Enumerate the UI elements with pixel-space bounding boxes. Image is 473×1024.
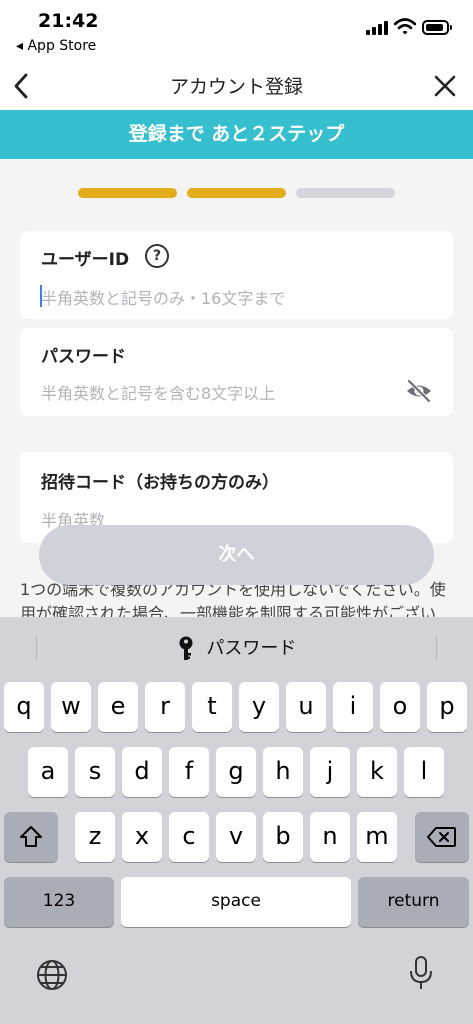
microphone-icon[interactable] (408, 955, 434, 991)
navigation-bar: アカウント登録 (0, 62, 473, 110)
key-h[interactable]: h (263, 747, 303, 797)
backspace-icon (427, 827, 456, 847)
status-time: 21:42 (38, 10, 99, 32)
password-autofill-suggestion[interactable]: パスワード (0, 634, 473, 662)
progress-step-2 (187, 188, 286, 198)
numbers-key[interactable]: 123 (4, 877, 114, 927)
key-g[interactable]: g (216, 747, 256, 797)
key-v[interactable]: v (216, 812, 256, 862)
delete-key[interactable] (415, 812, 469, 862)
key-n[interactable]: n (310, 812, 350, 862)
shift-key[interactable] (4, 812, 58, 862)
user-id-input[interactable]: 半角英数と記号のみ・16文字まで (41, 285, 285, 309)
progress-step-3 (296, 188, 395, 198)
key-d[interactable]: d (122, 747, 162, 797)
shift-icon (20, 826, 42, 847)
key-t[interactable]: t (192, 682, 232, 732)
password-label: パスワード (41, 347, 126, 367)
progress-step-1 (78, 188, 177, 198)
keyboard-bottom-bar (0, 947, 473, 1007)
user-id-field-card: ユーザーID ? 半角英数と記号のみ・16文字まで (20, 231, 453, 319)
invite-code-label: 招待コード（お持ちの方のみ） (41, 473, 279, 493)
status-bar: 21:42 ◂ App Store (0, 0, 473, 62)
eye-off-icon[interactable] (405, 378, 433, 404)
key-f[interactable]: f (169, 747, 209, 797)
globe-icon[interactable] (35, 958, 69, 992)
key-m[interactable]: m (357, 812, 397, 862)
close-icon[interactable] (427, 68, 463, 104)
key-b[interactable]: b (263, 812, 303, 862)
wifi-icon (394, 18, 416, 35)
next-button[interactable]: 次へ (39, 525, 434, 585)
back-to-app-store-link[interactable]: ◂ App Store (16, 38, 96, 54)
space-key[interactable]: space (121, 877, 351, 927)
battery-icon (422, 20, 452, 35)
key-w[interactable]: w (51, 682, 91, 732)
key-s[interactable]: s (75, 747, 115, 797)
return-key[interactable]: return (358, 877, 469, 927)
user-id-label: ユーザーID (41, 250, 130, 270)
key-j[interactable]: j (310, 747, 350, 797)
key-u[interactable]: u (286, 682, 326, 732)
cellular-signal-icon (366, 21, 388, 35)
key-c[interactable]: c (169, 812, 209, 862)
key-e[interactable]: e (98, 682, 138, 732)
password-input[interactable]: 半角英数と記号を含む8文字以上 (41, 380, 275, 404)
key-icon (179, 636, 193, 660)
keyboard-suggestion-bar: パスワード (0, 617, 473, 677)
progress-steps (78, 188, 396, 198)
key-x[interactable]: x (122, 812, 162, 862)
key-q[interactable]: q (4, 682, 44, 732)
key-r[interactable]: r (145, 682, 185, 732)
key-a[interactable]: a (28, 747, 68, 797)
on-screen-keyboard: パスワード q w e r t y u i o p a s d f g h j … (0, 617, 473, 1024)
key-p[interactable]: p (427, 682, 467, 732)
key-l[interactable]: l (404, 747, 444, 797)
key-k[interactable]: k (357, 747, 397, 797)
suggestion-divider (436, 635, 437, 661)
help-icon[interactable]: ? (145, 244, 169, 268)
key-o[interactable]: o (380, 682, 420, 732)
key-i[interactable]: i (333, 682, 373, 732)
key-y[interactable]: y (239, 682, 279, 732)
key-z[interactable]: z (75, 812, 115, 862)
password-field-card: パスワード 半角英数と記号を含む8文字以上 (20, 328, 453, 416)
page-title: アカウント登録 (169, 76, 303, 98)
suggestion-label: パスワード (206, 638, 297, 659)
steps-remaining-banner: 登録まで あと２ステップ (0, 110, 473, 159)
